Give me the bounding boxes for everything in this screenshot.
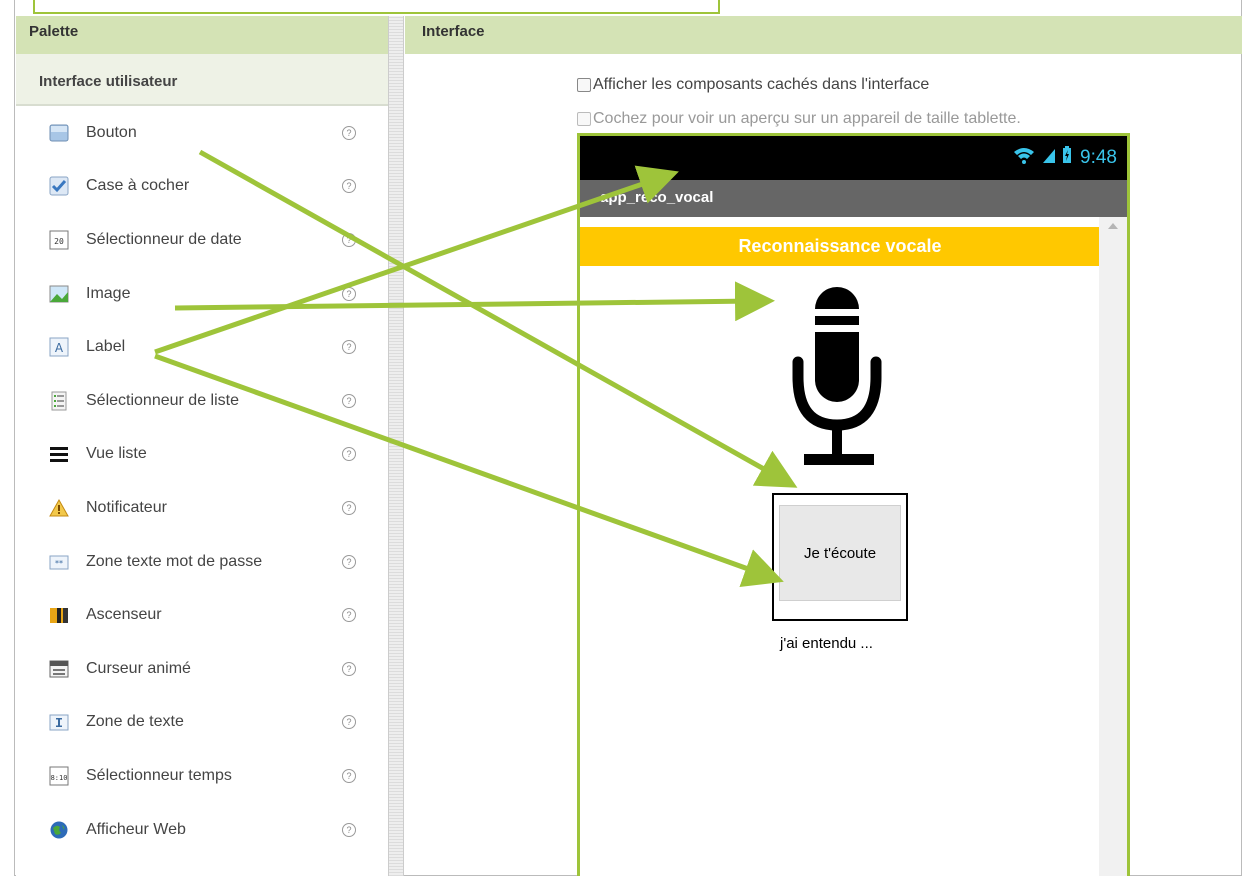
notifier-icon (49, 498, 69, 518)
help-icon[interactable]: ? (342, 608, 356, 623)
tablet-preview-option[interactable]: Cochez pour voir un aperçu sur un appare… (577, 110, 1021, 128)
show-hidden-components-option[interactable]: Afficher les composants cachés dans l'in… (577, 76, 929, 94)
slider-icon (49, 605, 69, 625)
spinner-icon (49, 659, 69, 679)
palette-item-label: Bouton (86, 123, 137, 141)
palette-item-label: Afficheur Web (86, 820, 186, 838)
palette-item-label: Zone texte mot de passe (86, 552, 263, 570)
palette-item-label: Sélectionneur de date (86, 230, 242, 248)
help-icon[interactable]: ? (342, 661, 356, 676)
palette-item-password-textbox[interactable]: ** Zone texte mot de passe ? (16, 535, 388, 589)
button-icon (49, 123, 69, 143)
palette-item-label[interactable]: A Label ? (16, 320, 388, 374)
palette-panel: Palette Interface utilisateur Bouton ? C… (16, 16, 388, 876)
phone-screen: Reconnaissance vocale Je t'écoute j'ai e… (580, 217, 1127, 876)
app-title-bar: app_reco_vocal (580, 180, 1127, 217)
palette-item-label: Notificateur (86, 498, 167, 516)
palette-item-checkbox[interactable]: Case à cocher ? (16, 160, 388, 214)
palette-item-spinner[interactable]: Curseur animé ? (16, 642, 388, 696)
help-icon[interactable]: ? (342, 447, 356, 462)
palette-item-time-picker[interactable]: 8:10 Sélectionneur temps ? (16, 749, 388, 803)
svg-text:20: 20 (54, 237, 64, 246)
list-view-icon (49, 444, 69, 464)
time-picker-icon: 8:10 (49, 766, 69, 786)
palette-item-label: Case à cocher (86, 177, 190, 195)
palette-item-label: Zone de texte (86, 713, 184, 731)
tablet-preview-checkbox[interactable] (577, 112, 591, 126)
palette-item-slider[interactable]: Ascenseur ? (16, 588, 388, 642)
microphone-icon (792, 287, 882, 465)
date-picker-icon: 20 (49, 230, 69, 250)
top-highlight-box (33, 0, 720, 14)
palette-item-label: Curseur animé (86, 659, 191, 677)
palette-item-label: Label (86, 338, 126, 356)
palette-category-user-interface[interactable]: Interface utilisateur (16, 54, 388, 106)
help-icon[interactable]: ? (342, 179, 356, 194)
help-icon[interactable]: ? (342, 554, 356, 569)
help-icon[interactable]: ? (342, 125, 356, 140)
scrollbar[interactable] (1099, 217, 1127, 876)
palette-item-label: Sélectionneur temps (86, 766, 232, 784)
palette-item-date-picker[interactable]: 20 Sélectionneur de date ? (16, 213, 388, 267)
scroll-up-icon[interactable] (1108, 223, 1118, 229)
signal-icon (1042, 146, 1056, 170)
help-icon[interactable]: ? (342, 340, 356, 355)
palette-item-label: Image (86, 284, 131, 302)
panel-splitter[interactable] (388, 16, 404, 876)
palette-item-list-view[interactable]: Vue liste ? (16, 428, 388, 482)
help-icon[interactable]: ? (342, 232, 356, 247)
help-icon[interactable]: ? (342, 715, 356, 730)
palette-item-label: Vue liste (86, 445, 147, 463)
palette-item-notifier[interactable]: Notificateur ? (16, 481, 388, 535)
palette-list: Bouton ? Case à cocher ? 20 Sélectionneu… (16, 106, 388, 856)
palette-item-image[interactable]: Image ? (16, 267, 388, 321)
svg-text:8:10: 8:10 (51, 774, 68, 782)
title-label: Reconnaissance vocale (580, 227, 1100, 266)
palette-item-textbox[interactable]: Zone de texte ? (16, 696, 388, 750)
svg-text:A: A (55, 341, 64, 355)
status-time: 9:48 (1080, 147, 1117, 168)
image-icon (49, 284, 69, 304)
wifi-icon (1012, 146, 1036, 170)
palette-item-web-viewer[interactable]: Afficheur Web ? (16, 803, 388, 857)
help-icon[interactable]: ? (342, 393, 356, 408)
help-icon[interactable]: ? (342, 500, 356, 515)
web-viewer-icon (49, 820, 69, 840)
palette-header: Palette (16, 16, 388, 54)
show-hidden-label: Afficher les composants cachés dans l'in… (593, 76, 930, 93)
palette-item-button[interactable]: Bouton ? (16, 106, 388, 160)
listen-button-frame: Je t'écoute (772, 493, 908, 621)
palette-item-label: Sélectionneur de liste (86, 391, 239, 409)
label-icon: A (49, 337, 69, 357)
password-textbox-icon: ** (49, 552, 69, 572)
result-label: j'ai entendu ... (780, 635, 873, 652)
palette-item-label: Ascenseur (86, 606, 162, 624)
list-picker-icon (49, 391, 69, 411)
help-icon[interactable]: ? (342, 286, 356, 301)
palette-item-list-picker[interactable]: Sélectionneur de liste ? (16, 374, 388, 428)
help-icon[interactable]: ? (342, 768, 356, 783)
checkbox-icon (49, 176, 69, 196)
textbox-icon (49, 712, 69, 732)
phone-preview: 9:48 app_reco_vocal Reconnaissance vocal… (577, 133, 1130, 876)
battery-icon (1062, 146, 1072, 170)
listen-button[interactable]: Je t'écoute (779, 505, 901, 601)
help-icon[interactable]: ? (342, 822, 356, 837)
interface-header: Interface (405, 16, 1242, 54)
tablet-preview-label: Cochez pour voir un aperçu sur un appare… (593, 110, 1021, 127)
svg-text:**: ** (55, 559, 63, 568)
show-hidden-checkbox[interactable] (577, 78, 591, 92)
status-bar: 9:48 (580, 136, 1127, 180)
